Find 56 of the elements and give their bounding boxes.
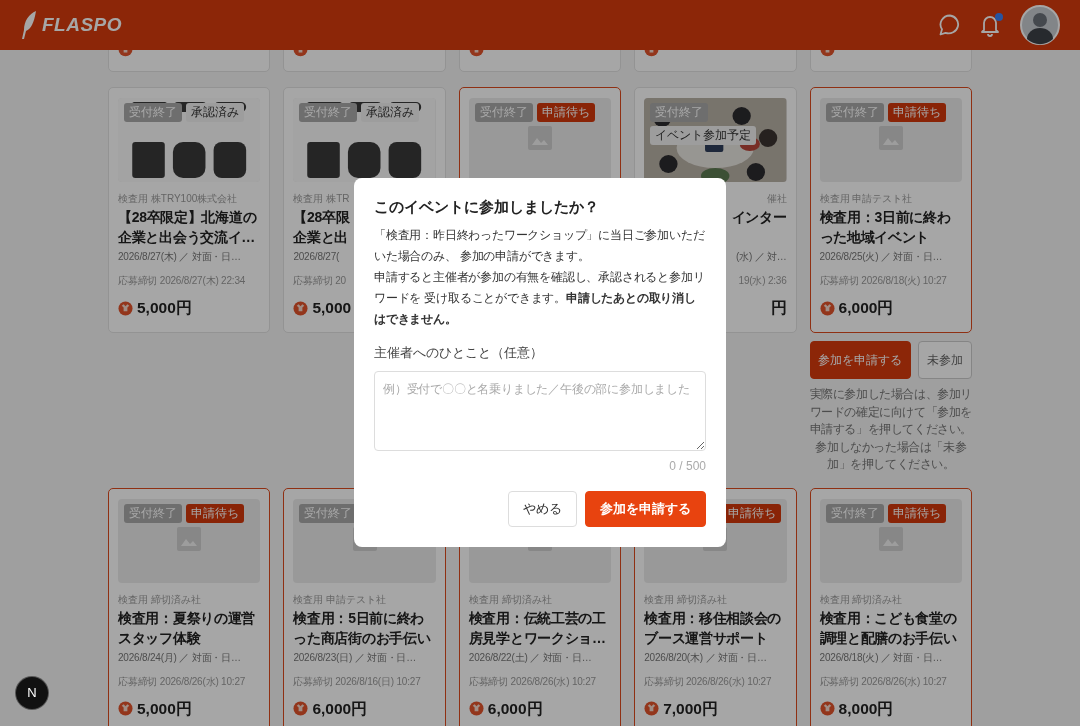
application-deadline: 応募締切 2026/8/26(水) 10:27 xyxy=(819,674,947,689)
organizer-name: 検査用 株TR xyxy=(293,192,350,206)
event-date: 2026/8/22(土) ／ 対面・日… xyxy=(468,650,592,665)
price-text: 6,000円 xyxy=(487,698,543,719)
event-date: 2026/8/24(月) ／ 対面・日… xyxy=(118,650,241,665)
event-date: 2026/8/25(火) ／ 対面・日… xyxy=(819,250,943,264)
organizer-name: 検査用 締切済み社 xyxy=(468,592,552,607)
event-date: 2026/8/18(火) ／ 対面・日… xyxy=(819,650,943,665)
application-deadline: 応募締切 2026/8/27(木) 22:34 xyxy=(118,274,246,288)
application-deadline: 応募締切 2026/8/26(水) 10:27 xyxy=(118,674,246,689)
organizer-name: 催社 xyxy=(766,192,787,206)
price-text: 円 xyxy=(770,298,787,318)
event-title: 【28卒限定】北海道の企業と出会う交流イ… xyxy=(118,208,258,247)
price-text: 8,000円 xyxy=(838,698,894,719)
price-text: 7,000円 xyxy=(663,698,718,719)
event-title: 検査用：こども食堂の調理と配膳のお手伝い xyxy=(819,608,958,648)
event-title: 検査用：夏祭りの運営スタッフ体験 xyxy=(118,608,256,648)
event-title: 企業と出 xyxy=(293,228,349,247)
status-tag: 承認済み xyxy=(361,103,420,122)
status-tag: 申請待ち xyxy=(536,103,595,122)
help-text: 実際に参加した場合は、参加リワードの確定に向けて「参加を申請する」を押してください。参加しなかった場合は「未参加」を押してください。 xyxy=(809,386,972,472)
field-label: 主催者へのひとこと（任意） xyxy=(374,345,544,363)
application-deadline: 応募締切 20 xyxy=(293,274,346,288)
application-deadline: 応募締切 2026/8/26(水) 10:27 xyxy=(644,674,772,689)
event-date: (水) ／ 対… xyxy=(735,250,787,264)
application-deadline: 応募締切 2026/8/18(火) 10:27 xyxy=(819,274,947,288)
event-title: 検査用：伝統工芸の工房見学とワークショ… xyxy=(468,608,607,648)
event-title: 【28卒限 xyxy=(293,208,350,227)
event-title: 検査用：5日前に終わった商店街のお手伝い xyxy=(293,608,432,648)
application-deadline: 19(水) 2:36 xyxy=(738,274,787,288)
dialog-title: このイベントに参加しましたか？ xyxy=(374,199,600,217)
status-tag: イベント参加予定 xyxy=(650,126,757,145)
status-tag: 申請待ち xyxy=(887,103,946,122)
event-title: 検査用：移住相談会のブース運営サポート xyxy=(644,608,783,648)
dialog-message: 申請すると主催者が参加の有無を確認し、承認されると参加リワードを 受け取ることができます。申請したあとの取り消しはできません。 xyxy=(374,269,706,329)
organizer-name: 検査用 締切済み社 xyxy=(644,592,727,607)
status-tag: 申請待ち xyxy=(887,503,946,523)
price-text: 5,000円 xyxy=(137,298,192,318)
organizer-name: 検査用 締切済み社 xyxy=(118,592,201,607)
event-title: 検査用：3日前に終わった地域イベント xyxy=(819,208,952,247)
event-date: 2026/8/20(木) ／ 対面・日… xyxy=(644,650,767,665)
price-text: 5,000円 xyxy=(137,698,192,719)
event-date: 2026/8/27( xyxy=(293,250,340,264)
price-text: 6,000円 xyxy=(838,298,894,318)
event-date: 2026/8/27(木) ／ 対面・日… xyxy=(118,250,241,264)
price-text: 5,000 xyxy=(312,298,352,318)
event-date: 2026/8/23(日) ／ 対面・日… xyxy=(293,650,417,665)
organizer-name: 検査用 締切済み社 xyxy=(819,592,903,607)
application-deadline: 応募締切 2026/8/26(水) 10:27 xyxy=(468,674,596,689)
dialog-message: 「検査用：昨日終わったワークショップ」に当日ご参加いただいた場合のみ、 参加の申請ができます。 xyxy=(374,227,706,266)
price-text: 6,000円 xyxy=(312,698,368,719)
status-tag: 申請待ち xyxy=(186,503,244,523)
event-title: インター xyxy=(731,208,787,227)
status-tag: 承認済み xyxy=(186,103,244,122)
organizer-name: 検査用 株TRY100株式会社 xyxy=(118,192,238,206)
character-counter: 0 / 500 xyxy=(668,458,706,476)
